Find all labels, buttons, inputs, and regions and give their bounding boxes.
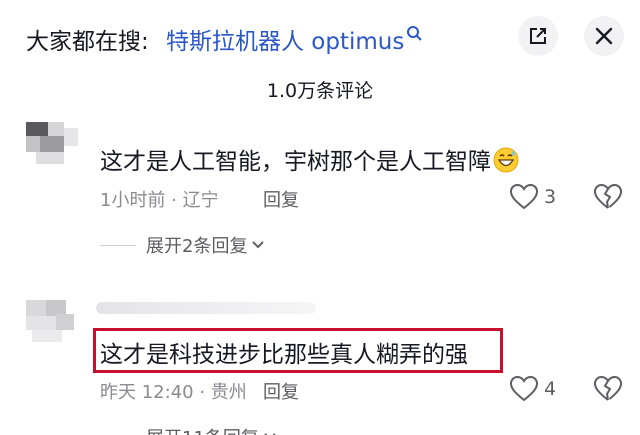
search-term-text: 特斯拉机器人 optimus <box>166 29 405 55</box>
expand-replies-button[interactable]: 展开11条回复 <box>100 424 277 435</box>
dislike-button[interactable] <box>594 375 623 406</box>
grinning-sweat-emoji-icon <box>493 147 519 173</box>
reply-button[interactable]: 回复 <box>263 186 299 212</box>
close-button[interactable] <box>584 16 624 56</box>
blurred-username <box>96 302 316 314</box>
search-term-link[interactable]: 特斯拉机器人 optimus <box>166 22 423 56</box>
avatar[interactable] <box>26 122 82 166</box>
comment-text: 这才是人工智能，宇树那个是人工智障 <box>100 142 519 176</box>
heart-icon <box>510 184 538 210</box>
chevron-down-icon <box>252 241 265 249</box>
comment-meta: 1小时前 · 辽宁 <box>100 190 219 211</box>
close-icon <box>595 27 613 45</box>
highlight-box <box>93 328 503 373</box>
expand-replies-button[interactable]: 展开2条回复 <box>100 232 265 258</box>
search-prefix: 大家都在搜: <box>26 29 149 55</box>
like-button[interactable]: 3 <box>510 184 556 210</box>
comment-count-title: 1.0万条评论 <box>266 80 374 102</box>
comment-meta: 昨天 12:40 · 贵州 <box>100 382 247 403</box>
heart-icon <box>510 376 538 402</box>
dislike-button[interactable] <box>594 183 623 214</box>
divider-line <box>100 244 136 246</box>
like-count: 3 <box>544 186 557 208</box>
broken-heart-icon <box>594 183 623 209</box>
expand-replies-label: 展开11条回复 <box>146 424 259 435</box>
search-icon <box>407 26 423 41</box>
broken-heart-icon <box>594 375 623 401</box>
expand-icon <box>530 28 546 44</box>
avatar[interactable] <box>26 300 82 344</box>
comment-text-content: 这才是人工智能，宇树那个是人工智障 <box>100 149 491 175</box>
reply-button[interactable]: 回复 <box>263 378 299 404</box>
like-button[interactable]: 4 <box>510 376 556 402</box>
fullscreen-button[interactable] <box>518 16 558 56</box>
like-count: 4 <box>544 378 557 400</box>
expand-replies-label: 展开2条回复 <box>146 236 248 257</box>
